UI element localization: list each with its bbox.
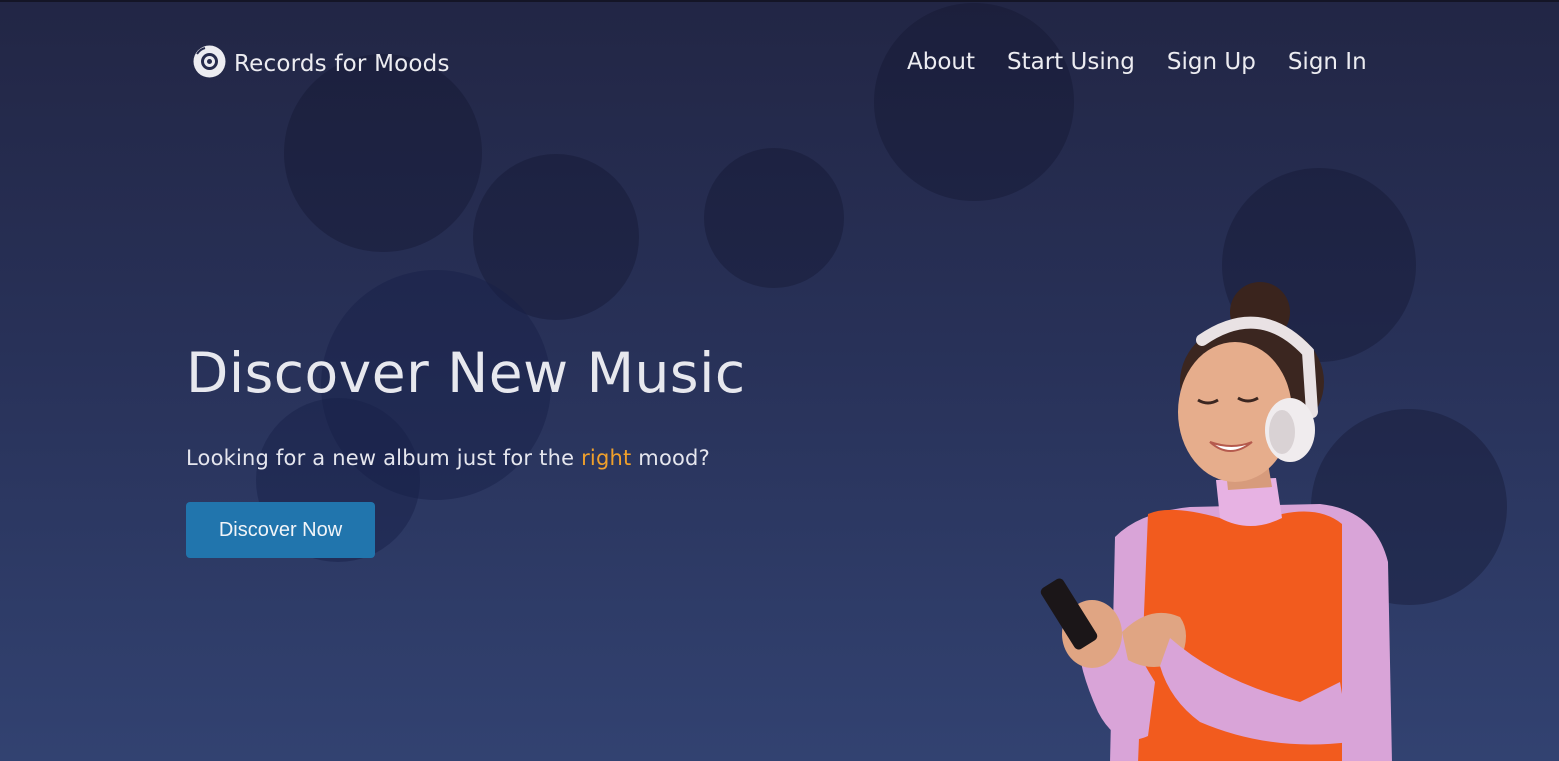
hero-subtitle-end: mood? — [631, 446, 710, 470]
nav-link-about[interactable]: About — [907, 49, 975, 75]
nav-link-sign-up[interactable]: Sign Up — [1167, 49, 1256, 75]
hero-illustration — [1020, 282, 1420, 761]
hero-title: Discover New Music — [186, 341, 746, 405]
vinyl-record-icon — [193, 45, 226, 78]
hero-subtitle-start: Looking for a new album just for the — [186, 446, 582, 470]
nav-link-sign-in[interactable]: Sign In — [1288, 49, 1367, 75]
brand-name: Records for Moods — [234, 50, 450, 77]
landing-page: Records for Moods About Start Using Sign… — [0, 0, 1559, 761]
hero-subtitle-accent: right — [581, 446, 632, 470]
discover-now-button[interactable]: Discover Now — [186, 502, 375, 558]
background-circle — [704, 148, 844, 288]
nav-link-start-using[interactable]: Start Using — [1007, 49, 1135, 75]
hero-subtitle: Looking for a new album just for the rig… — [186, 446, 866, 470]
top-navbar: Records for Moods About Start Using Sign… — [0, 2, 1559, 132]
nav-links: About Start Using Sign Up Sign In — [907, 49, 1367, 75]
brand-logo-link[interactable]: Records for Moods — [193, 45, 450, 78]
hero-section: Discover New Music Looking for a new alb… — [186, 338, 866, 470]
